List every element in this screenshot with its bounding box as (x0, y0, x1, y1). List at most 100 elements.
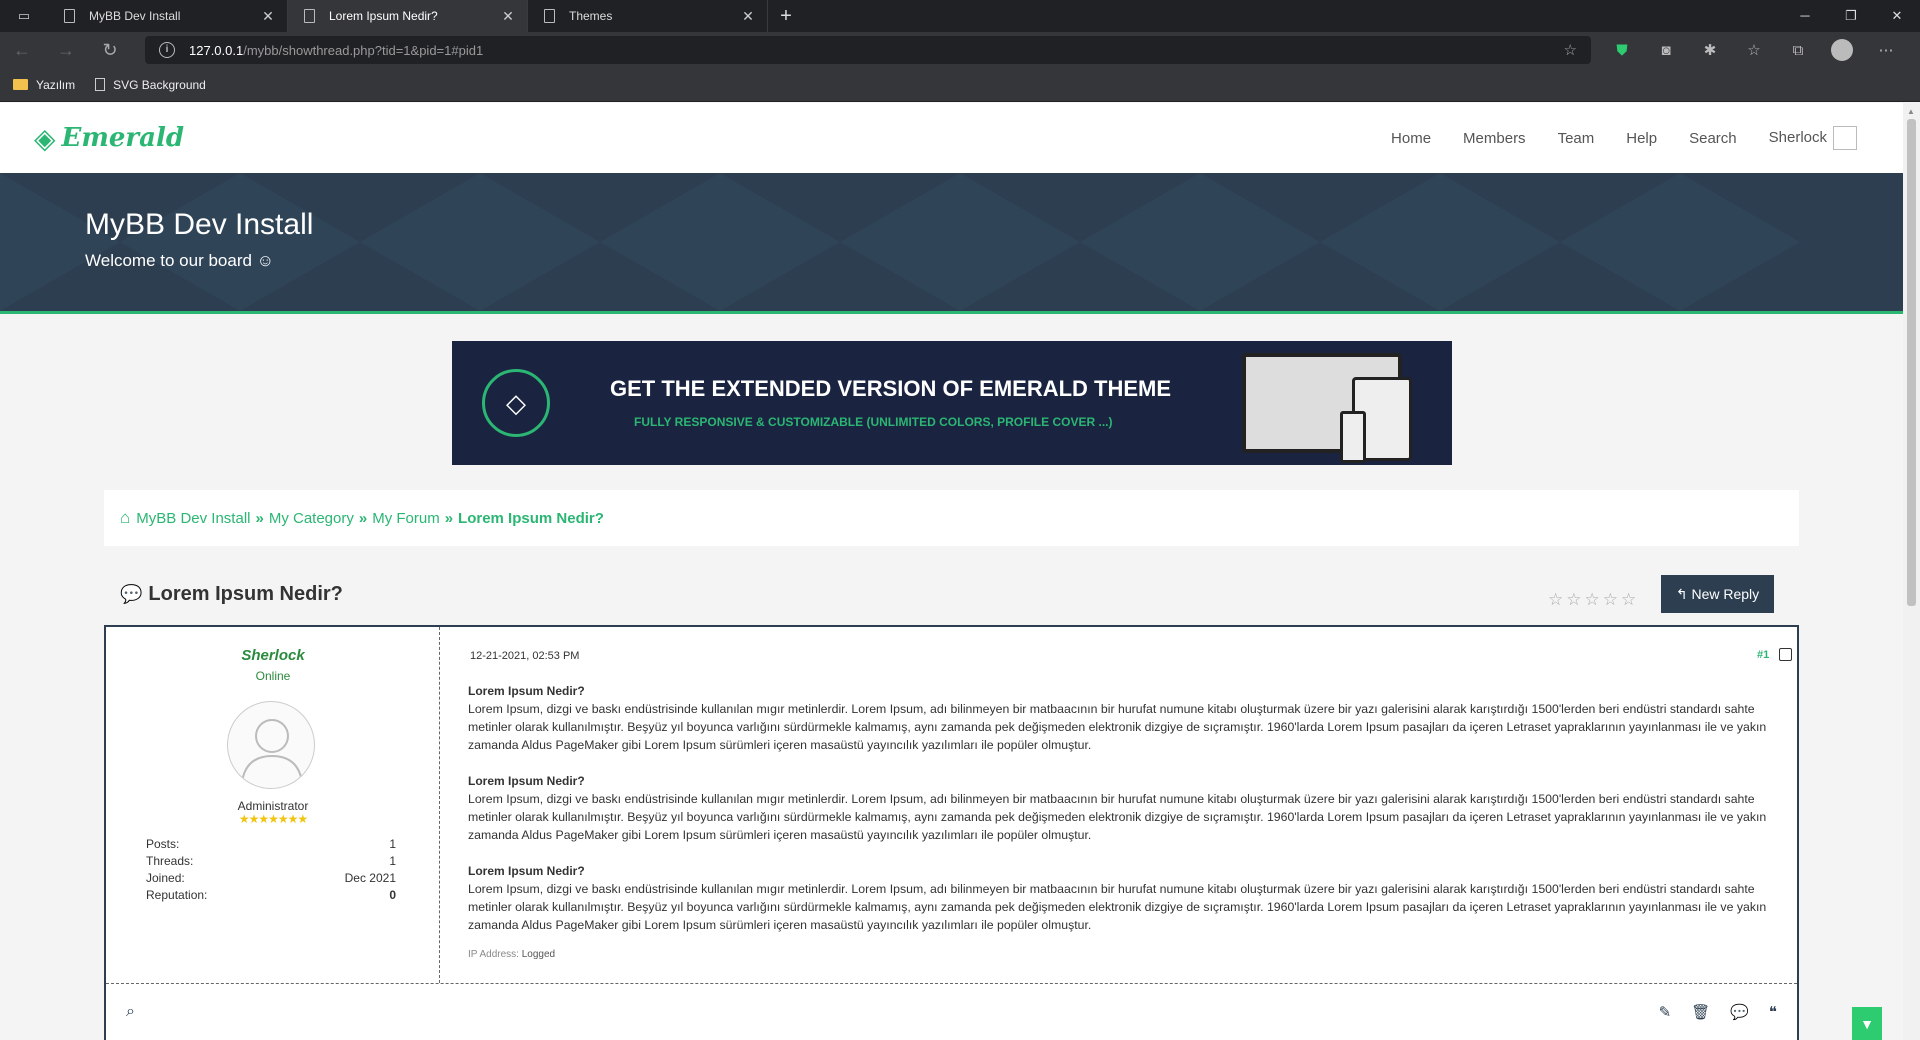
favorite-icon[interactable]: ☆ (1564, 41, 1577, 59)
thread-title-text: Lorem Ipsum Nedir? (148, 583, 343, 605)
page-icon (304, 9, 315, 23)
url-bar[interactable]: i 127.0.0.1 /mybb/showthread.php?tid=1&p… (145, 36, 1591, 64)
star-icon[interactable]: ☆ (1585, 590, 1600, 610)
rank-stars-icon: ★★★★★★★ (238, 812, 308, 826)
promo-banner[interactable]: ◇ GET THE EXTENDED VERSION OF EMERALD TH… (452, 341, 1452, 465)
comments-icon: 💬 (120, 584, 143, 604)
menu-user[interactable]: Sherlock (1769, 126, 1857, 150)
site-info-icon[interactable]: i (159, 42, 175, 58)
star-icon[interactable]: ☆ (1621, 590, 1636, 610)
scrollbar-thumb[interactable] (1907, 119, 1916, 606)
stat-row: Reputation: 0 (146, 888, 396, 905)
menu-search[interactable]: Search (1689, 130, 1737, 147)
menu-user-label: Sherlock (1768, 128, 1827, 146)
site-logo[interactable]: ◈ Emerald (34, 122, 184, 155)
minimize-icon[interactable]: ─ (1782, 0, 1828, 32)
breadcrumb-forum[interactable]: My Forum (372, 510, 440, 527)
paragraph-heading: Lorem Ipsum Nedir? (468, 684, 585, 698)
page-icon (544, 9, 555, 23)
post-select-checkbox[interactable] (1779, 648, 1792, 661)
forward-icon[interactable]: → (44, 40, 88, 61)
scroll-down-button[interactable]: ▼ (1852, 1007, 1882, 1040)
search-icon[interactable]: ⌕ (126, 1003, 135, 1021)
banner-subtitle: FULLY RESPONSIVE & CUSTOMIZABLE (UNLIMIT… (634, 415, 1113, 429)
new-reply-button[interactable]: ↰ New Reply (1661, 575, 1774, 613)
reload-icon[interactable]: ↻ (88, 40, 132, 61)
default-avatar-icon (241, 719, 303, 783)
close-window-icon[interactable]: ✕ (1874, 0, 1920, 32)
star-icon[interactable]: ☆ (1548, 590, 1563, 610)
star-icon[interactable]: ☆ (1603, 590, 1618, 610)
stat-row: Posts: 1 (146, 837, 396, 854)
paragraph-text: Lorem Ipsum, dizgi ve baskı endüstrisind… (468, 702, 1767, 752)
thread-title: 💬 Lorem Ipsum Nedir? (120, 583, 343, 606)
post-date: 12-21-2021, 02:53 PM (470, 650, 580, 662)
edit-icon[interactable]: ✎ (1659, 1003, 1672, 1021)
author-name[interactable]: Sherlock (106, 647, 440, 664)
page-scrollbar[interactable]: ▲ (1903, 103, 1920, 1040)
user-avatar-image (1833, 126, 1857, 150)
back-icon[interactable]: ← (0, 40, 44, 61)
folder-icon (13, 79, 28, 90)
post-number-link[interactable]: #1 (1757, 649, 1769, 661)
reply-bubble-icon[interactable]: 💬 (1730, 1003, 1749, 1021)
chevron-double-icon: » (444, 509, 454, 527)
author-avatar[interactable] (227, 701, 315, 789)
menu-home[interactable]: Home (1391, 130, 1431, 147)
author-group: Administrator (237, 799, 309, 813)
ip-address: IP Address: Logged (468, 949, 555, 960)
reply-icon: ↰ (1675, 585, 1692, 602)
collections-icon[interactable]: ⧉ (1776, 42, 1820, 59)
home-icon[interactable]: ⌂ (120, 508, 130, 528)
shield-icon[interactable]: ⛊ (1600, 42, 1644, 59)
star-icon[interactable]: ☆ (1566, 590, 1581, 610)
page-icon (95, 78, 106, 91)
bookmark-yazilim[interactable]: Yazılım (13, 78, 75, 92)
stat-row: Threads: 1 (146, 854, 396, 871)
tab-themes[interactable]: Themes ✕ (528, 0, 768, 32)
menu-team[interactable]: Team (1558, 130, 1595, 147)
trash-icon[interactable]: 🗑 (1691, 1003, 1710, 1021)
post-footer: ⌕ ✎ 🗑 💬 ❝ (106, 983, 1797, 1040)
breadcrumb-category[interactable]: My Category (269, 510, 354, 527)
close-icon[interactable]: ✕ (259, 8, 277, 25)
restore-icon[interactable]: ❐ (1828, 0, 1874, 32)
extensions-area: ⛊ ◙ ✱ ☆ ⧉ ⋯ (1600, 32, 1908, 68)
scroll-up-icon[interactable]: ▲ (1907, 107, 1915, 116)
post-body: Lorem Ipsum Nedir? Lorem Ipsum, dizgi ve… (468, 682, 1778, 952)
bookmark-label: Yazılım (36, 77, 76, 92)
favorites-icon[interactable]: ☆ (1732, 41, 1776, 59)
camera-icon[interactable]: ◙ (1644, 42, 1688, 59)
stat-value[interactable]: 0 (389, 888, 396, 905)
profile-avatar-icon[interactable] (1831, 39, 1853, 61)
close-icon[interactable]: ✕ (739, 8, 757, 25)
extensions-icon[interactable]: ✱ (1688, 41, 1732, 59)
board-subtitle: Welcome to our board ☺ (85, 251, 275, 270)
tab-mybb[interactable]: MyBB Dev Install ✕ (48, 0, 288, 32)
stat-label: Reputation: (146, 888, 208, 902)
ip-label: IP Address: (468, 949, 519, 960)
hero-pattern (0, 173, 1800, 311)
new-reply-label: New Reply (1691, 586, 1760, 602)
more-icon[interactable]: ⋯ (1864, 41, 1908, 59)
menu-help[interactable]: Help (1626, 130, 1657, 147)
post-actions: ✎ 🗑 💬 ❝ (1639, 1003, 1777, 1021)
logo-text: Emerald (61, 123, 185, 153)
close-icon[interactable]: ✕ (499, 8, 517, 25)
tab-lorem[interactable]: Lorem Ipsum Nedir? ✕ (288, 0, 528, 32)
paragraph-text: Lorem Ipsum, dizgi ve baskı endüstrisind… (468, 882, 1767, 932)
breadcrumb-board[interactable]: MyBB Dev Install (136, 510, 250, 527)
bookmarks-bar: Yazılım SVG Background (0, 68, 1920, 102)
phone-mockup (1340, 411, 1366, 463)
stat-value: Dec 2021 (344, 871, 396, 885)
chevron-double-icon: » (255, 509, 264, 527)
new-tab-button[interactable]: + (768, 0, 804, 32)
bookmark-svg-background[interactable]: SVG Background (95, 78, 206, 92)
stat-label: Joined: (146, 871, 185, 885)
menu-members[interactable]: Members (1463, 130, 1526, 147)
author-status: Online (255, 669, 291, 683)
paragraph-heading: Lorem Ipsum Nedir? (468, 864, 585, 878)
board-title: MyBB Dev Install (85, 208, 314, 241)
quote-icon[interactable]: ❝ (1769, 1003, 1777, 1021)
tab-actions-icon[interactable]: ▭ (0, 0, 48, 32)
